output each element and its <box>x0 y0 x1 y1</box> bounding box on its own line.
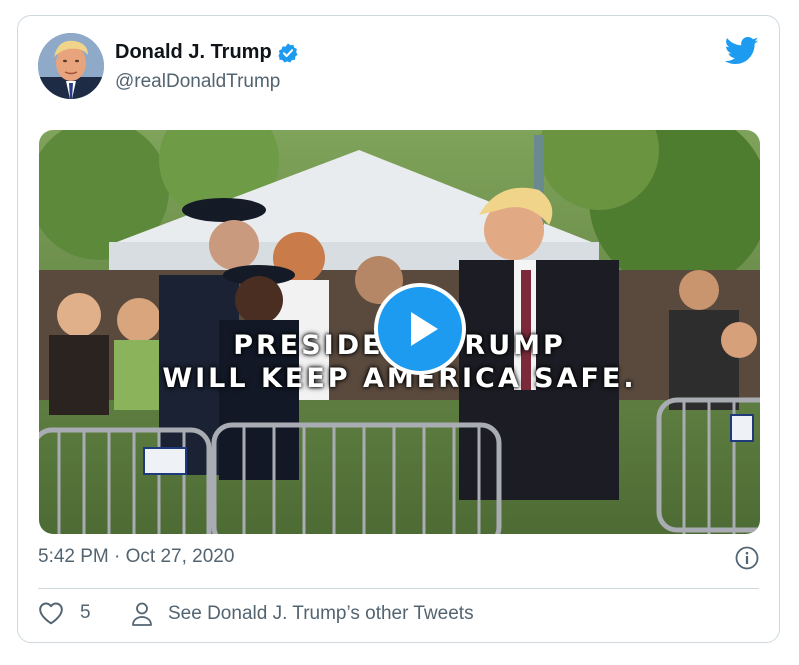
heart-icon <box>39 602 63 625</box>
video-player[interactable]: PRESIDENT TRUMP WILL KEEP AMERICA SAFE. <box>39 130 760 534</box>
like-count: 5 <box>80 602 91 623</box>
avatar-image <box>38 33 104 99</box>
see-other-tweets-label: See Donald J. Trump’s other Tweets <box>168 603 474 624</box>
play-button[interactable] <box>374 283 466 375</box>
like-button[interactable]: 5 <box>38 601 91 625</box>
divider <box>38 588 759 589</box>
display-name[interactable]: Donald J. Trump <box>115 41 272 64</box>
tweet-timestamp[interactable]: 5:42 PM · Oct 27, 2020 <box>38 546 234 568</box>
twitter-bird-icon[interactable] <box>725 36 759 66</box>
info-icon[interactable] <box>735 546 759 570</box>
play-icon <box>411 312 438 346</box>
see-other-tweets-link[interactable]: See Donald J. Trump’s other Tweets <box>130 601 474 627</box>
person-icon <box>132 602 152 626</box>
user-handle[interactable]: @realDonaldTrump <box>115 71 280 93</box>
tweet-card[interactable]: Donald J. Trump @realDonaldTrump PRESIDE… <box>17 15 780 643</box>
verified-badge-icon <box>277 42 298 62</box>
avatar[interactable] <box>38 33 104 99</box>
